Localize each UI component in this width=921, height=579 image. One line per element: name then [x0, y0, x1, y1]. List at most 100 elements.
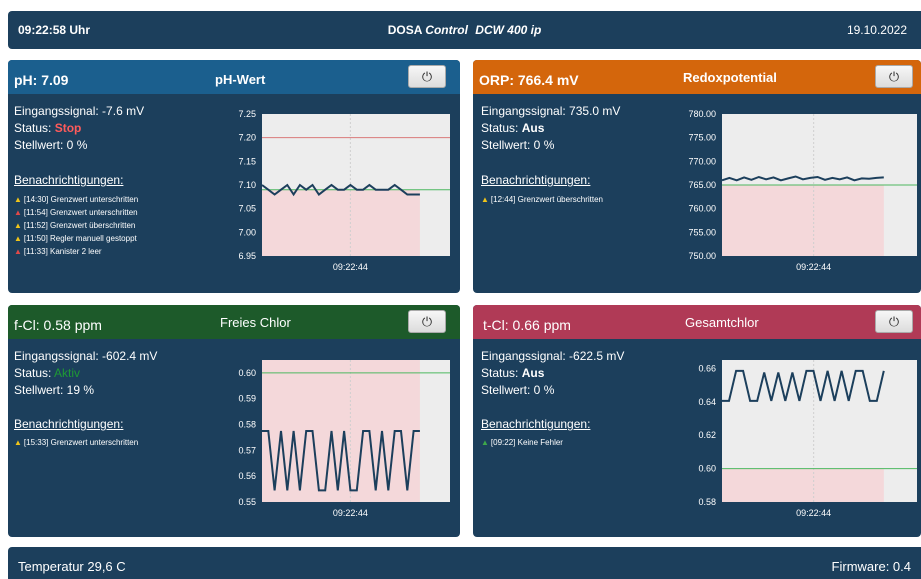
warning-icon: ▲: [14, 438, 22, 447]
total-chlorine-chart: 0.66 0.64 0.62 0.60 0.58 09:22:44: [698, 360, 917, 518]
bottom-status-bar: Temperatur 29,6 C Firmware: 0.4: [8, 547, 921, 579]
y-tick-label: 7.00: [238, 227, 256, 237]
orp-info: Eingangssignal: 735.0 mV Status: Aus Ste…: [481, 103, 620, 154]
top-status-bar: 09:22:58 Uhr DOSA Control DCW 400 ip 19.…: [8, 11, 921, 49]
x-tick-label: 09:22:44: [333, 508, 368, 518]
y-tick-label: 7.20: [238, 133, 256, 143]
status-label: Status:: [14, 366, 52, 380]
notification-item: ▲ [11:50] Regler manuell gestoppt: [14, 232, 138, 245]
y-tick-label: 765.00: [688, 180, 716, 190]
free-chlorine-reading: f-Cl: 0.58 ppm: [14, 317, 102, 333]
brand-name: DOSA: [387, 23, 422, 37]
warning-icon: ▲: [14, 221, 22, 230]
notification-text: [11:54] Grenzwert unterschritten: [23, 208, 138, 217]
y-tick-label: 0.59: [238, 394, 256, 404]
status-line: Status: Aktiv: [14, 365, 157, 382]
input-signal: Eingangssignal: -622.5 mV: [481, 349, 625, 363]
notifications-link[interactable]: Benachrichtigungen:: [14, 417, 123, 431]
x-tick-label: 09:22:44: [796, 262, 831, 272]
y-tick-label: 0.56: [238, 471, 256, 481]
notification-item: ▲ [11:54] Grenzwert unterschritten: [14, 206, 138, 219]
total-chlorine-info: Eingangssignal: -622.5 mV Status: Aus St…: [481, 348, 624, 399]
y-tick-label: 755.00: [688, 227, 716, 237]
total-chlorine-card-title: Gesamtchlor: [685, 315, 759, 330]
y-tick-label: 7.15: [238, 156, 256, 166]
ph-power-button[interactable]: ⏻: [408, 65, 446, 88]
notification-text: [11:52] Grenzwert überschritten: [23, 221, 136, 230]
power-icon: ⏻: [421, 69, 433, 84]
y-tick-label: 0.60: [698, 464, 716, 474]
ok-icon: ▲: [481, 438, 489, 447]
app-title: DOSA Control DCW 400 ip: [318, 23, 611, 37]
y-tick-label: 0.58: [698, 497, 716, 507]
y-tick-label: 770.00: [688, 156, 716, 166]
power-icon: ⏻: [421, 314, 433, 329]
y-tick-label: 750.00: [688, 251, 716, 261]
x-tick-label: 09:22:44: [796, 508, 831, 518]
input-signal: Eingangssignal: 735.0 mV: [481, 104, 621, 118]
current-date: 19.10.2022: [846, 23, 907, 37]
status-value: Aktiv: [54, 366, 81, 380]
orp-reading: ORP: 766.4 mV: [479, 72, 579, 88]
input-signal: Eingangssignal: -602.4 mV: [14, 349, 158, 363]
y-tick-label: 7.05: [238, 204, 256, 214]
status-line: Status: Aus: [481, 365, 624, 382]
notification-text: [15:33] Grenzwert unterschritten: [23, 438, 139, 447]
notification-text: [12:44] Grenzwert überschritten: [490, 195, 603, 204]
notification-text: [11:33] Kanister 2 leer: [23, 247, 102, 256]
range-band: [722, 185, 884, 256]
y-tick-label: 0.64: [698, 397, 716, 407]
device-model: DCW 400 ip: [475, 23, 542, 37]
y-tick-label: 760.00: [688, 204, 716, 214]
notification-text: [09:22] Keine Fehler: [490, 438, 563, 447]
temperature-readout: Temperatur 29,6 C: [18, 558, 126, 574]
y-tick-label: 0.60: [238, 368, 256, 378]
notifications-list: ▲ [09:22] Keine Fehler: [481, 436, 563, 449]
notification-item: ▲ [11:52] Grenzwert überschritten: [14, 219, 138, 232]
output-value: Stellwert: 19 %: [14, 383, 95, 397]
warning-icon: ▲: [481, 195, 489, 204]
power-icon: ⏻: [888, 314, 900, 329]
ph-reading: pH: 7.09: [14, 72, 69, 88]
orp-card: ORP: 766.4 mV Redoxpotential ⏻ Eingangss…: [473, 60, 921, 293]
free-chlorine-card-title: Freies Chlor: [220, 315, 291, 330]
y-tick-label: 0.58: [238, 420, 256, 430]
ph-card-title: pH-Wert: [215, 72, 266, 87]
range-band: [262, 189, 420, 256]
status-value: Aus: [521, 366, 545, 380]
notifications-link[interactable]: Benachrichtigungen:: [481, 417, 590, 431]
status-label: Status:: [14, 121, 52, 135]
notification-item: ▲ [11:33] Kanister 2 leer: [14, 245, 138, 258]
status-value: Stop: [54, 121, 82, 135]
status-label: Status:: [481, 366, 519, 380]
notification-item: ▲ [14:30] Grenzwert unterschritten: [14, 193, 138, 206]
total-chlorine-card: t-Cl: 0.66 ppm Gesamtchlor ⏻ Eingangssig…: [473, 305, 921, 537]
output-value: Stellwert: 0 %: [481, 383, 555, 397]
free-chlorine-chart: 0.60 0.59 0.58 0.57 0.56 0.55 09:22:44: [238, 360, 450, 518]
orp-card-title: Redoxpotential: [683, 70, 777, 85]
ph-chart: 7.25 7.20 7.15 7.10 7.05 7.00 6.95 09:22:44: [238, 109, 450, 272]
output-value: Stellwert: 0 %: [14, 138, 88, 152]
notifications-link[interactable]: Benachrichtigungen:: [481, 173, 590, 187]
y-tick-label: 7.25: [238, 109, 256, 119]
y-tick-label: 7.10: [238, 180, 256, 190]
notifications-link[interactable]: Benachrichtigungen:: [14, 173, 123, 187]
notifications-list: ▲ [15:33] Grenzwert unterschritten: [14, 436, 138, 449]
orp-power-button[interactable]: ⏻: [875, 65, 913, 88]
notification-text: [11:50] Regler manuell gestoppt: [23, 234, 137, 243]
status-label: Status:: [481, 121, 519, 135]
notifications-list: ▲ [14:30] Grenzwert unterschritten ▲ [11:5…: [14, 193, 138, 258]
y-tick-label: 780.00: [688, 109, 716, 119]
warning-icon: ▲: [14, 195, 22, 204]
free-chlorine-info: Eingangssignal: -602.4 mV Status: Aktiv …: [14, 348, 157, 399]
y-tick-label: 0.57: [238, 445, 256, 455]
total-chlorine-power-button[interactable]: ⏻: [875, 310, 913, 333]
y-tick-label: 0.66: [698, 363, 716, 373]
ph-info: Eingangssignal: -7.6 mV Status: Stop Ste…: [14, 103, 144, 154]
free-chlorine-card: f-Cl: 0.58 ppm Freies Chlor ⏻ Eingangssi…: [8, 305, 460, 537]
orp-chart: 780.00 775.00 770.00 765.00 760.00 755.00 750.…: [688, 109, 917, 272]
status-line: Status: Stop: [14, 120, 144, 137]
free-chlorine-power-button[interactable]: ⏻: [408, 310, 446, 333]
notification-item: ▲ [09:22] Keine Fehler: [481, 436, 563, 449]
status-value: Aus: [521, 121, 545, 135]
